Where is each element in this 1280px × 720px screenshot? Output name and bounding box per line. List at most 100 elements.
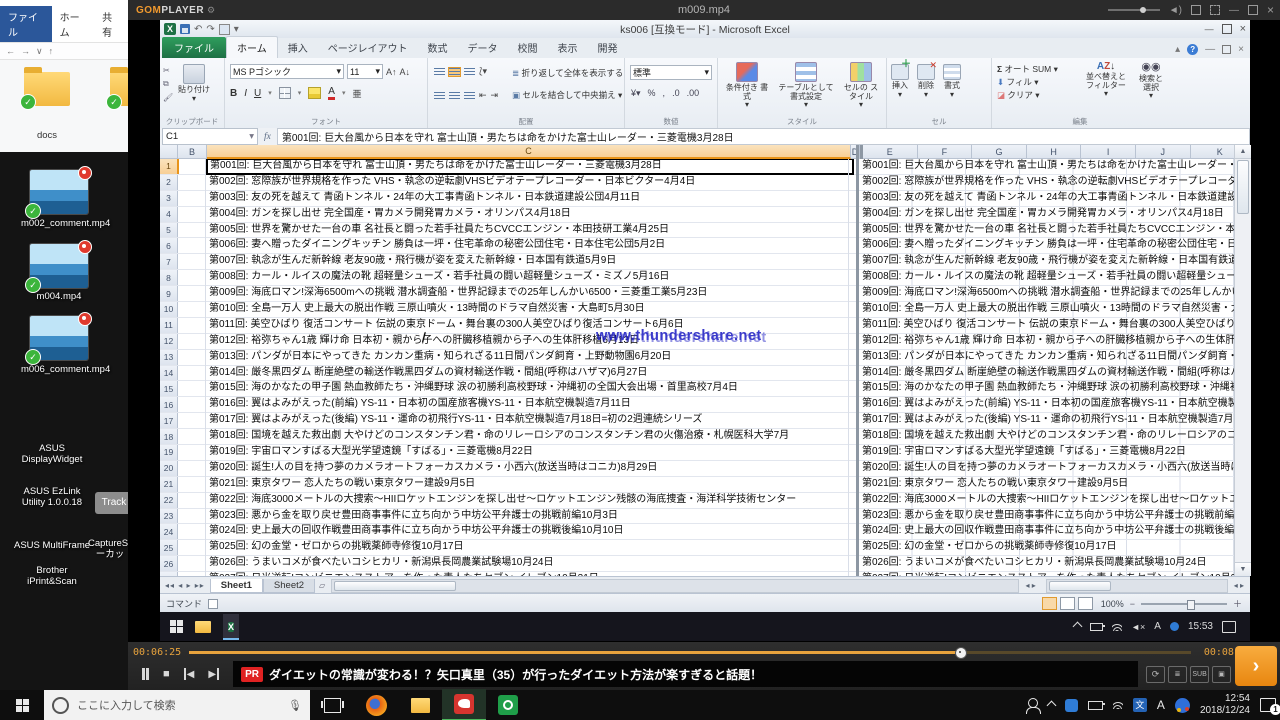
cell-c-row23[interactable]: 第023回: 悪から金を取り戻せ豊田商事事件に立ち向かう中坊公平弁護士の挑戦前編…: [206, 509, 852, 524]
cell-b[interactable]: [178, 286, 206, 301]
decrease-indent-icon[interactable]: ⇤: [479, 90, 487, 101]
cell-b[interactable]: [178, 477, 206, 492]
capture-icon[interactable]: ▣: [1212, 666, 1231, 683]
video-start-icon[interactable]: [170, 620, 183, 633]
zoom-in-icon[interactable]: ＋: [1233, 597, 1242, 610]
cut-icon[interactable]: ✂: [163, 66, 173, 75]
font-name-select[interactable]: MS Pゴシック▾: [230, 64, 344, 79]
notification-center-icon[interactable]: 1: [1260, 698, 1276, 712]
cell-e-row11[interactable]: 第011回: 美空ひばり 復活コンサート 伝説の東京ドーム・舞台裏の300人美空…: [859, 318, 1234, 334]
cell-b[interactable]: [178, 223, 206, 238]
row-number[interactable]: 5: [160, 223, 178, 238]
side-panel-button[interactable]: ›: [1235, 646, 1277, 686]
wifi-tray-icon[interactable]: [1113, 701, 1123, 709]
align-top-icon[interactable]: [434, 68, 445, 76]
font-color-icon[interactable]: A: [328, 86, 335, 100]
video-explorer-icon[interactable]: [195, 621, 211, 633]
previous-button[interactable]: ◀: [184, 668, 195, 680]
pane-split-bar[interactable]: [856, 145, 859, 576]
cell-b[interactable]: [178, 524, 206, 539]
cell-b[interactable]: [178, 302, 206, 317]
cell-b[interactable]: [178, 397, 206, 412]
align-left-icon[interactable]: [434, 92, 445, 100]
row-number[interactable]: 20: [160, 461, 178, 476]
column-header-h[interactable]: H: [1027, 145, 1082, 159]
align-right-icon[interactable]: [464, 92, 475, 100]
row-number[interactable]: 23: [160, 509, 178, 524]
shortcut-capturesol[interactable]: CaptureSol ーカッ: [88, 538, 132, 560]
taskbar-search-input[interactable]: ここに入力して検索 🎙: [44, 690, 310, 720]
scrollbar-thumb[interactable]: [1237, 160, 1249, 214]
cell-b[interactable]: [178, 381, 206, 396]
workbook-restore-button[interactable]: [1222, 45, 1231, 54]
row-number[interactable]: 7: [160, 254, 178, 269]
row-number[interactable]: 6: [160, 238, 178, 253]
cell-e-row13[interactable]: 第013回: パンダが日本にやってきた カンカン重病・知られざる11日間パンダ飼…: [859, 350, 1234, 366]
cell-e-row21[interactable]: 第021回: 東京タワー 恋人たちの戦い東京タワー建設9月5日: [859, 477, 1234, 493]
cell-e-row20[interactable]: 第020回: 誕生!人の目を持つ夢のカメラオートフォーカスカメラ・小西六(放送当…: [859, 461, 1234, 477]
cell-c-row7[interactable]: 第007回: 執念が生んだ新幹線 老友90歳・飛行機が姿を変えた新幹線・日本国有…: [206, 254, 852, 269]
copy-icon[interactable]: ⧉: [163, 79, 173, 89]
cell-e-row4[interactable]: 第004回: ガンを探し出せ 完全国産・胃カメラ開発胃カメラ・オリンパス4月18…: [859, 207, 1234, 223]
explorer-nav-bar[interactable]: ←→∨↑: [0, 42, 128, 60]
cell-c-row10[interactable]: 第010回: 全島一万人 史上最大の脱出作戦 三原山噴火・13時間のドラマ自然災…: [206, 302, 852, 317]
zoom-level[interactable]: 100%: [1101, 599, 1124, 609]
cell-b[interactable]: [178, 238, 206, 253]
formula-field[interactable]: 第001回: 巨大台風から日本を守れ 富士山頂・男たちは命をかけた富士山レーダー…: [277, 128, 1250, 145]
name-box[interactable]: C1▾: [162, 128, 258, 145]
cell-e-row15[interactable]: 第015回: 海のかなたの甲子園 熱血教師たち・沖縄野球 涙の初勝利高校野球・沖…: [859, 381, 1234, 397]
cell-b[interactable]: [178, 350, 206, 365]
start-button[interactable]: [0, 690, 44, 720]
cell-b[interactable]: [178, 175, 206, 190]
cell-b[interactable]: [178, 270, 206, 285]
desktop-file-m006[interactable]: ✓: [30, 316, 88, 360]
cell-b[interactable]: [179, 159, 207, 174]
row-number[interactable]: 19: [160, 445, 178, 460]
mute-speaker-icon[interactable]: ◄×: [1131, 622, 1145, 632]
format-cells-button[interactable]: 書式▾: [943, 64, 961, 99]
cell-e-row10[interactable]: 第010回: 全島一万人 史上最大の脱出作戦 三原山噴火・13時間のドラマ自然災…: [859, 302, 1234, 318]
number-format-select[interactable]: 標準▾: [630, 65, 712, 80]
file-explorer-icon[interactable]: [398, 690, 442, 720]
cell-e-row6[interactable]: 第006回: 妻へ贈ったダイニングキッチン 勝負は一坪・住宅革命の秘密公団住宅・…: [859, 238, 1234, 254]
increase-indent-icon[interactable]: ⇥: [491, 90, 499, 101]
orientation-icon[interactable]: ⟅▾: [479, 66, 487, 77]
microphone-icon[interactable]: 🎙: [288, 699, 302, 712]
cell-b[interactable]: [178, 207, 206, 222]
task-view-button[interactable]: [310, 690, 354, 720]
fill-button[interactable]: ⬇ フィル ▾: [997, 76, 1058, 89]
workbook-close-button[interactable]: ×: [1238, 44, 1244, 55]
cell-c-row18[interactable]: 第018回: 国境を越えた救出劇 大やけどのコンスタンチン君・命のリレーロシアの…: [206, 429, 852, 444]
excel-close-button[interactable]: ×: [1240, 23, 1246, 35]
currency-format-icon[interactable]: ¥▾: [631, 88, 641, 99]
shortcut-brother-iprintscan[interactable]: Brother iPrint&Scan: [14, 565, 90, 587]
cell-b[interactable]: [178, 366, 206, 381]
sort-filter-button[interactable]: AZ↓ 並べ替えと フィルター▾: [1084, 62, 1128, 101]
row-number[interactable]: 2: [160, 175, 178, 190]
row-number[interactable]: 26: [160, 556, 178, 571]
battery-tray-icon[interactable]: [1088, 701, 1103, 710]
cell-b[interactable]: [178, 254, 206, 269]
format-as-table-button[interactable]: テーブルとして 書式設定▾: [778, 62, 834, 110]
row-number[interactable]: 15: [160, 381, 178, 396]
page-layout-view-icon[interactable]: [1060, 597, 1075, 610]
cell-c-row16[interactable]: 第016回: 翼はよみがえった(前編) YS-11・日本初の国産旅客機YS-11…: [206, 397, 852, 412]
cell-e-row19[interactable]: 第019回: 宇宙ロマンすばる大型光学望遠鏡「すばる」・三菱電機8月22日: [859, 445, 1234, 461]
cell-e-row25[interactable]: 第025回: 幻の金堂・ゼロからの挑戦薬師寺修復10月17日: [859, 540, 1234, 556]
row-number[interactable]: 9: [160, 286, 178, 301]
hscroll-buttons[interactable]: ◂ ▸: [1025, 581, 1035, 590]
explorer-tab-file[interactable]: ファイル: [0, 6, 52, 42]
pen-tray-icon[interactable]: A: [1157, 698, 1165, 712]
tray-app-icon[interactable]: [1065, 699, 1078, 712]
pin-icon[interactable]: [1191, 5, 1201, 15]
video-notification-icon[interactable]: [1222, 621, 1236, 633]
desktop-file-m004[interactable]: ✓: [30, 244, 88, 288]
tab-insert[interactable]: 挿入: [278, 37, 318, 58]
column-header-i[interactable]: I: [1081, 145, 1136, 159]
workbook-minimize-button[interactable]: —: [1205, 44, 1215, 55]
cell-c-row9[interactable]: 第009回: 海底ロマン!深海6500mへの挑戦 潜水調査船・世界記録までの25…: [206, 286, 852, 301]
rotate-180-icon[interactable]: ⟳: [1146, 666, 1165, 683]
cell-e-row12[interactable]: 第012回: 裕弥ちゃん1歳 輝け命 日本初・親から子への肝臓移植親から子への生…: [859, 334, 1234, 350]
row-number[interactable]: 17: [160, 413, 178, 428]
show-hidden-icons-chevron[interactable]: [1046, 700, 1056, 710]
